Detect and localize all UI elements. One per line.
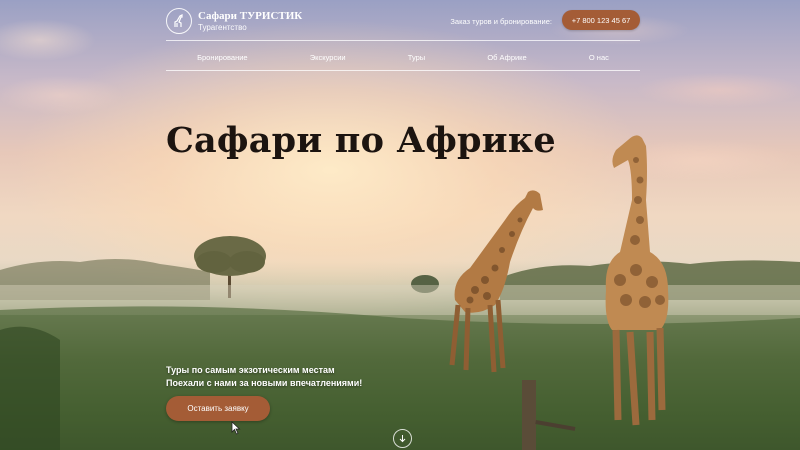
- hero-tagline: Туры по самым экзотическим местам Поехал…: [166, 364, 362, 390]
- submit-request-button[interactable]: Оставить заявку: [166, 396, 270, 421]
- nav-top-divider: [166, 40, 640, 41]
- nav-item-excursions[interactable]: Экскурсии: [310, 53, 346, 62]
- giraffe-icon: [166, 8, 192, 34]
- brand-subtitle: Турагентство: [198, 22, 247, 32]
- main-nav: Бронирование Экскурсии Туры Об Африке О …: [166, 50, 640, 64]
- page-title: Сафари по Африке: [166, 120, 556, 161]
- tagline-line-1: Туры по самым экзотическим местам: [166, 365, 335, 375]
- brand-name: Сафари ТУРИСТИК: [198, 9, 303, 22]
- tagline-line-2: Поехали с нами за новыми впечатлениями!: [166, 378, 363, 388]
- nav-item-about-us[interactable]: О нас: [589, 53, 609, 62]
- savanna-landscape-image: [0, 135, 800, 450]
- site-header: Сафари ТУРИСТИК Турагентство Заказ туров…: [166, 8, 640, 34]
- nav-bottom-divider: [166, 70, 640, 71]
- nav-item-about-africa[interactable]: Об Африке: [487, 53, 526, 62]
- mouse-cursor-icon: [231, 421, 241, 435]
- arrow-down-icon[interactable]: [393, 429, 412, 448]
- order-label: Заказ туров и бронирование:: [450, 17, 552, 26]
- nav-item-tours[interactable]: Туры: [408, 53, 425, 62]
- nav-item-booking[interactable]: Бронирование: [197, 53, 248, 62]
- phone-button[interactable]: +7 800 123 45 67: [562, 10, 640, 30]
- hero-background: [0, 0, 800, 450]
- logo[interactable]: Сафари ТУРИСТИК Турагентство: [166, 8, 302, 34]
